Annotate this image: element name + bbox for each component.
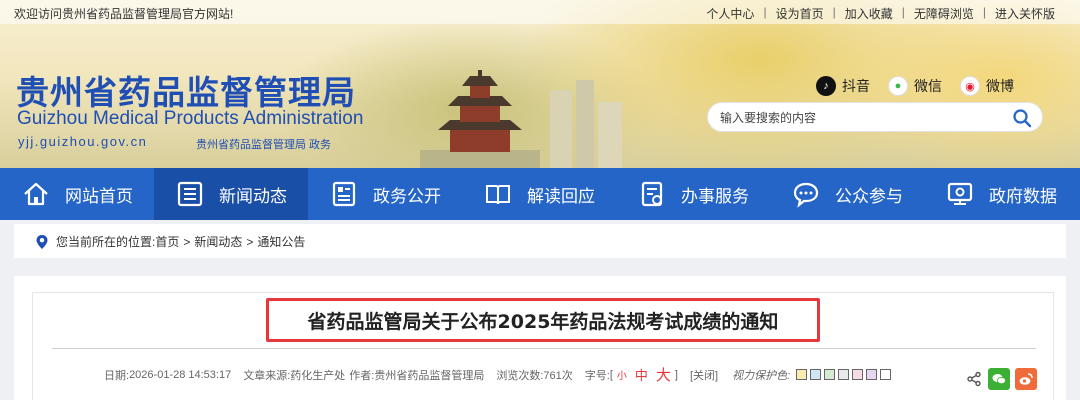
views-label: 浏览次数: [496, 369, 544, 382]
douyin-link[interactable]: ♪ 抖音 [816, 76, 870, 96]
book-icon [486, 185, 510, 205]
site-logo-url: yjj.guizhou.gov.cn [18, 134, 148, 149]
nav-label-services: 办事服务 [681, 186, 749, 206]
site-header: 欢迎访问贵州省药品监督管理局官方网站! 个人中心 | 设为首页 | 加入收藏 | 无障… [0, 0, 1080, 168]
weibo-icon: ◉ [960, 76, 980, 96]
site-logo-subtitle: 贵州省药品监督管理局 政务 [196, 139, 332, 151]
share-weibo-button[interactable] [1015, 368, 1037, 390]
eye-color-swatch-pink[interactable] [852, 369, 864, 380]
location-pin-icon [36, 234, 48, 249]
nav-item-government-data[interactable]: 政府数据 [924, 168, 1078, 220]
news-icon [177, 181, 203, 207]
share-wechat-button[interactable] [988, 368, 1010, 390]
article-meta: 日期: 2026-01-28 14:53:17 文章来源: 药化生产处 作者: … [104, 364, 894, 385]
author-label: 作者: [349, 369, 375, 382]
eye-color-swatch-green[interactable] [824, 369, 836, 380]
wechat-label: 微信 [914, 78, 942, 94]
breadcrumb: 您当前所在的位置: 首页 > 新闻动态 > 通知公告 [34, 233, 305, 250]
article-views: 761次 [543, 369, 573, 382]
eye-color-swatch-blue[interactable] [810, 369, 822, 380]
fontsize-bracket-open: [ [609, 368, 613, 381]
nav-item-services[interactable]: 办事服务 [616, 168, 770, 220]
douyin-label: 抖音 [842, 78, 870, 94]
close-button[interactable]: [关闭] [690, 367, 718, 383]
eye-color-swatch-purple[interactable] [866, 369, 878, 380]
font-small-button[interactable]: 小 [617, 367, 627, 382]
service-icon [641, 181, 663, 207]
breadcrumb-home[interactable]: 首页 [155, 233, 179, 250]
document-icon [332, 181, 356, 207]
nav-label-public-participation: 公众参与 [835, 186, 903, 206]
eye-protection-label: 视力保护色: [732, 369, 791, 382]
nav-item-home[interactable]: 网站首页 [0, 168, 154, 220]
top-links: 个人中心 | 设为首页 | 加入收藏 | 无障碍浏览 | 进入关怀版 [697, 5, 1064, 22]
weibo-link[interactable]: ◉ 微博 [960, 76, 1014, 96]
nav-item-public-participation[interactable]: 公众参与 [770, 168, 924, 220]
breadcrumb-prefix: 您当前所在的位置: [56, 235, 156, 249]
personal-center-link[interactable]: 个人中心 [697, 5, 763, 22]
nav-label-government-data: 政府数据 [989, 186, 1057, 206]
wechat-share-icon [992, 374, 1006, 385]
fontsize-bracket-close: ] [674, 368, 678, 381]
article-author: 贵州省药品监督管理局 [374, 369, 485, 382]
font-large-button[interactable]: 大 [656, 364, 671, 385]
eye-color-swatch-yellow[interactable] [796, 369, 808, 380]
data-icon [947, 182, 973, 205]
share-bar [966, 368, 1042, 390]
care-version-link[interactable]: 进入关怀版 [986, 5, 1064, 22]
eye-color-swatch-white[interactable] [880, 369, 892, 380]
weibo-label: 微博 [986, 78, 1014, 94]
search-box [707, 102, 1043, 132]
fontsize-label: 字号: [584, 369, 610, 382]
search-input[interactable] [720, 109, 1000, 127]
nav-label-home: 网站首页 [65, 186, 133, 206]
main-nav: 网站首页 新闻动态 政务公开 解读回应 办事服务 公众参与 政府数据 [0, 168, 1080, 220]
wechat-link[interactable]: ● 微信 [888, 76, 942, 96]
breadcrumb-separator: > [246, 234, 254, 249]
eye-color-swatch-gray[interactable] [838, 369, 850, 380]
site-logo-english: Guizhou Medical Products Administration [17, 108, 364, 129]
article-title: 省药品监管局关于公布2025年药品法规考试成绩的通知 [307, 310, 779, 333]
breadcrumb-news[interactable]: 新闻动态 [194, 233, 242, 250]
social-links: ♪ 抖音 ● 微信 ◉ 微博 [816, 76, 1032, 96]
city-buildings-illustration [550, 80, 622, 168]
breadcrumb-notices[interactable]: 通知公告 [257, 233, 305, 250]
douyin-icon: ♪ [816, 76, 836, 96]
font-medium-button[interactable]: 中 [635, 365, 648, 384]
nav-label-interpretation: 解读回应 [527, 186, 595, 206]
accessibility-link[interactable]: 无障碍浏览 [905, 5, 983, 22]
nav-label-news: 新闻动态 [219, 186, 287, 206]
title-divider [52, 348, 1036, 349]
home-icon [24, 182, 48, 206]
set-homepage-link[interactable]: 设为首页 [767, 5, 833, 22]
wechat-icon: ● [888, 76, 908, 96]
breadcrumb-bar: 您当前所在的位置: 首页 > 新闻动态 > 通知公告 [14, 224, 1066, 258]
nav-item-government-affairs[interactable]: 政务公开 [308, 168, 462, 220]
share-icon[interactable] [966, 371, 982, 387]
pagoda-illustration [420, 70, 540, 168]
add-favorite-link[interactable]: 加入收藏 [836, 5, 902, 22]
article-title-highlight: 省药品监管局关于公布2025年药品法规考试成绩的通知 [266, 298, 820, 342]
weibo-share-icon [1019, 373, 1033, 385]
welcome-text: 欢迎访问贵州省药品监督管理局官方网站! [14, 7, 234, 21]
nav-item-news[interactable]: 新闻动态 [154, 168, 308, 220]
breadcrumb-separator: > [183, 234, 191, 249]
date-label: 日期: [104, 369, 130, 382]
chat-icon [793, 182, 819, 208]
article-date: 2026-01-28 14:53:17 [129, 368, 232, 381]
nav-label-government-affairs: 政务公开 [373, 186, 441, 206]
article-source: 药化生产处 [290, 369, 346, 382]
nav-item-interpretation[interactable]: 解读回应 [462, 168, 616, 220]
top-bar: 欢迎访问贵州省药品监督管理局官方网站! 个人中心 | 设为首页 | 加入收藏 | 无障… [0, 0, 1080, 24]
site-logo-title[interactable]: 贵州省药品监督管理局 [16, 66, 356, 114]
search-icon[interactable] [1012, 108, 1032, 128]
source-label: 文章来源: [243, 369, 291, 382]
